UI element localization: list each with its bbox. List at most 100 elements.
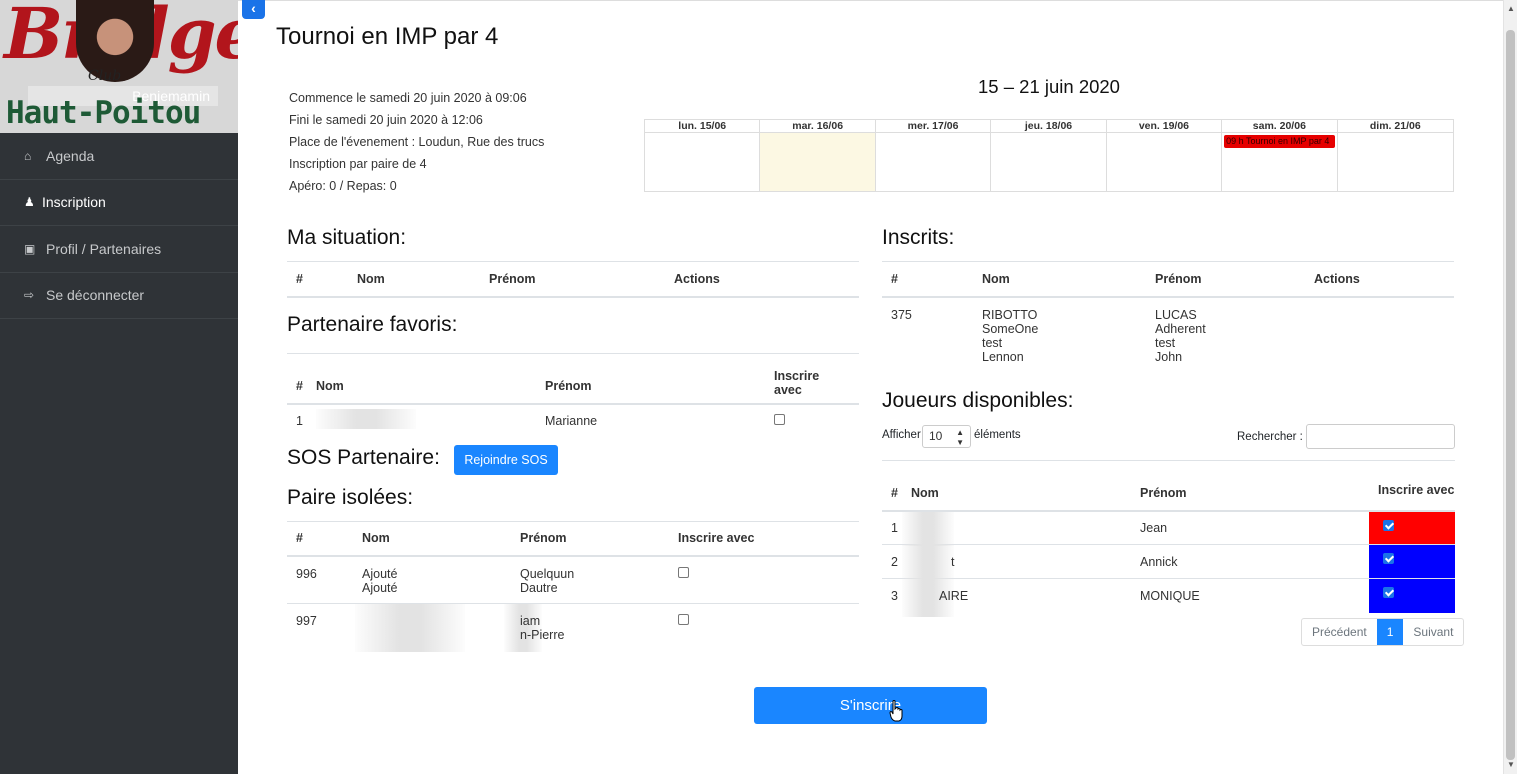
cell-nom: RIBOTTO: [982, 307, 1038, 322]
table-row: 1 Jean: [882, 510, 1455, 546]
cell-prenom: Jean: [1140, 520, 1168, 535]
sidebar-item-label: Se déconnecter: [46, 287, 145, 304]
table-row: 996 Ajouté Ajouté Quelquun Dautre: [287, 556, 859, 604]
column-header: Prénom: [545, 378, 592, 393]
inscrire-avec-checkbox[interactable]: [678, 614, 689, 625]
column-header: Inscrire avec: [678, 531, 755, 546]
logout-icon: ⇨: [24, 288, 35, 303]
cell-nom: AIRE: [939, 588, 969, 603]
column-header: #: [296, 378, 303, 393]
sidebar-item-agenda[interactable]: ⌂ Agenda: [0, 133, 238, 180]
redacted-name: [316, 408, 416, 429]
column-header: #: [891, 271, 898, 286]
column-header: Actions: [674, 271, 720, 286]
pagination-next[interactable]: Suivant: [1403, 619, 1463, 645]
sidebar-item-inscription[interactable]: ♟ Inscription: [0, 180, 238, 226]
vertical-scrollbar[interactable]: ▲ ▼: [1503, 0, 1517, 774]
partenaire-favoris-table: # Nom Prénom Inscrire avec 1 Marianne: [287, 353, 859, 434]
logo-club-text: Club: [88, 68, 122, 84]
column-header: Nom: [316, 378, 344, 393]
inscrits-heading: Inscrits:: [882, 226, 955, 249]
calendar-day: mer. 17/06: [875, 120, 992, 191]
inscrire-avec-cell: [1369, 510, 1455, 545]
cell-prenom: iam: [520, 614, 541, 628]
event-apero: Apéro: 0 / Repas: 0: [289, 179, 397, 193]
club-logo: Bridge Club Benjemamin Haut-Poitou: [0, 0, 238, 133]
column-header: Nom: [982, 271, 1010, 286]
gift-icon: ▣: [24, 241, 36, 256]
top-border: [238, 0, 1503, 1]
inscrire-avec-checkbox[interactable]: [1383, 553, 1394, 564]
cell-nom: Lennon: [982, 350, 1024, 365]
show-entries-label: Afficher: [882, 429, 921, 441]
paire-isolees-table: # Nom Prénom Inscrire avec 996 Ajouté Ajo…: [287, 521, 859, 654]
inscrits-table: # Nom Prénom Actions 375 RIBOTTO SomeOne…: [882, 261, 1454, 365]
scroll-up-icon[interactable]: ▲: [1507, 4, 1515, 13]
table-row: 1 Marianne: [287, 404, 859, 434]
search-input[interactable]: [1306, 424, 1455, 449]
inscrire-avec-checkbox[interactable]: [678, 566, 689, 578]
cell-prenom: n-Pierre: [520, 628, 565, 642]
column-header: Actions: [1314, 271, 1360, 286]
calendar-day: jeu. 18/06: [991, 120, 1107, 191]
chevron-left-icon: ‹: [251, 0, 256, 16]
cell-num: 997: [296, 614, 317, 628]
page-length-select[interactable]: 10 ▲ ▼: [922, 425, 971, 448]
column-header: Prénom: [1140, 485, 1187, 500]
column-header: Inscrire avec: [1378, 483, 1455, 498]
inscrire-avec-checkbox[interactable]: [774, 413, 785, 425]
column-header: Nom: [357, 271, 385, 286]
inscrire-avec-checkbox[interactable]: [1383, 519, 1394, 531]
page-title: Tournoi en IMP par 4: [276, 23, 499, 50]
column-header: Prénom: [489, 271, 536, 286]
calendar-day: sam. 20/06 09 h Tournoi en IMP par 4: [1222, 120, 1338, 191]
event-place: Place de l'évenement : Loudun, Rue des t…: [289, 135, 545, 149]
scroll-down-icon[interactable]: ▼: [1507, 760, 1515, 769]
rejoindre-sos-button[interactable]: Rejoindre SOS: [454, 445, 558, 475]
pagination-previous[interactable]: Précédent: [1302, 619, 1377, 645]
calendar-event[interactable]: 09 h Tournoi en IMP par 4: [1224, 135, 1335, 148]
cell-prenom: LUCAS: [1155, 307, 1197, 322]
show-entries-suffix: éléments: [974, 429, 1021, 441]
calendar-day-header: mar. 16/06: [760, 120, 875, 133]
sidebar-item-profil[interactable]: ▣ Profil / Partenaires: [0, 226, 238, 273]
partenaire-favoris-heading: Partenaire favoris:: [287, 313, 458, 336]
sidebar-item-label: Agenda: [46, 147, 95, 164]
pagination: Précédent 1 Suivant: [1301, 618, 1465, 646]
collapse-sidebar-button[interactable]: ‹: [242, 0, 265, 19]
home-icon: ⌂: [24, 148, 32, 163]
table-row: 997 iam n-Pierre: [287, 604, 859, 654]
table-row: 3 AIRE MONIQUE: [882, 578, 1455, 617]
logo-region-text: Haut-Poitou: [6, 95, 201, 131]
cell-prenom: Annick: [1140, 554, 1178, 569]
cell-prenom: Adherent: [1155, 321, 1206, 336]
week-calendar: lun. 15/06 mar. 16/06 mer. 17/06 jeu. 18…: [644, 119, 1454, 192]
pagination-page[interactable]: 1: [1376, 619, 1404, 645]
column-header: #: [296, 271, 303, 286]
calendar-day-header: ven. 19/06: [1106, 120, 1222, 133]
calendar-day-header: mer. 17/06: [875, 120, 991, 133]
column-header: Prénom: [520, 531, 567, 546]
users-icon: ♟: [24, 195, 35, 210]
sos-heading: SOS Partenaire:: [287, 446, 440, 469]
sidebar-item-logout[interactable]: ⇨ Se déconnecter: [0, 273, 238, 319]
scrollbar-thumb[interactable]: [1506, 30, 1515, 760]
ma-situation-heading: Ma situation:: [287, 226, 407, 249]
cell-nom: t: [951, 554, 955, 569]
cell-prenom: Dautre: [520, 580, 558, 595]
cell-num: 1: [296, 413, 303, 428]
inscrire-avec-checkbox[interactable]: [1383, 587, 1394, 598]
redacted-name: [902, 511, 954, 546]
cell-num: 996: [296, 566, 317, 581]
joueurs-table: # Nom Prénom Inscrire avec 1 Jean 2 t An…: [882, 460, 1455, 617]
paire-isolees-heading: Paire isolées:: [287, 486, 414, 509]
column-header: #: [891, 485, 898, 500]
sinscrire-button[interactable]: S'inscrire: [754, 687, 987, 724]
table-row: 2 t Annick: [882, 544, 1455, 579]
table-row: 375 RIBOTTO SomeOne test Lennon LUCAS Ad…: [882, 297, 1454, 365]
cell-prenom: test: [1155, 336, 1176, 351]
inscrire-avec-cell: [1369, 544, 1455, 579]
sidebar-item-label: Profil / Partenaires: [46, 240, 162, 257]
cell-nom: Ajouté: [362, 580, 398, 595]
column-header: Nom: [911, 485, 939, 500]
